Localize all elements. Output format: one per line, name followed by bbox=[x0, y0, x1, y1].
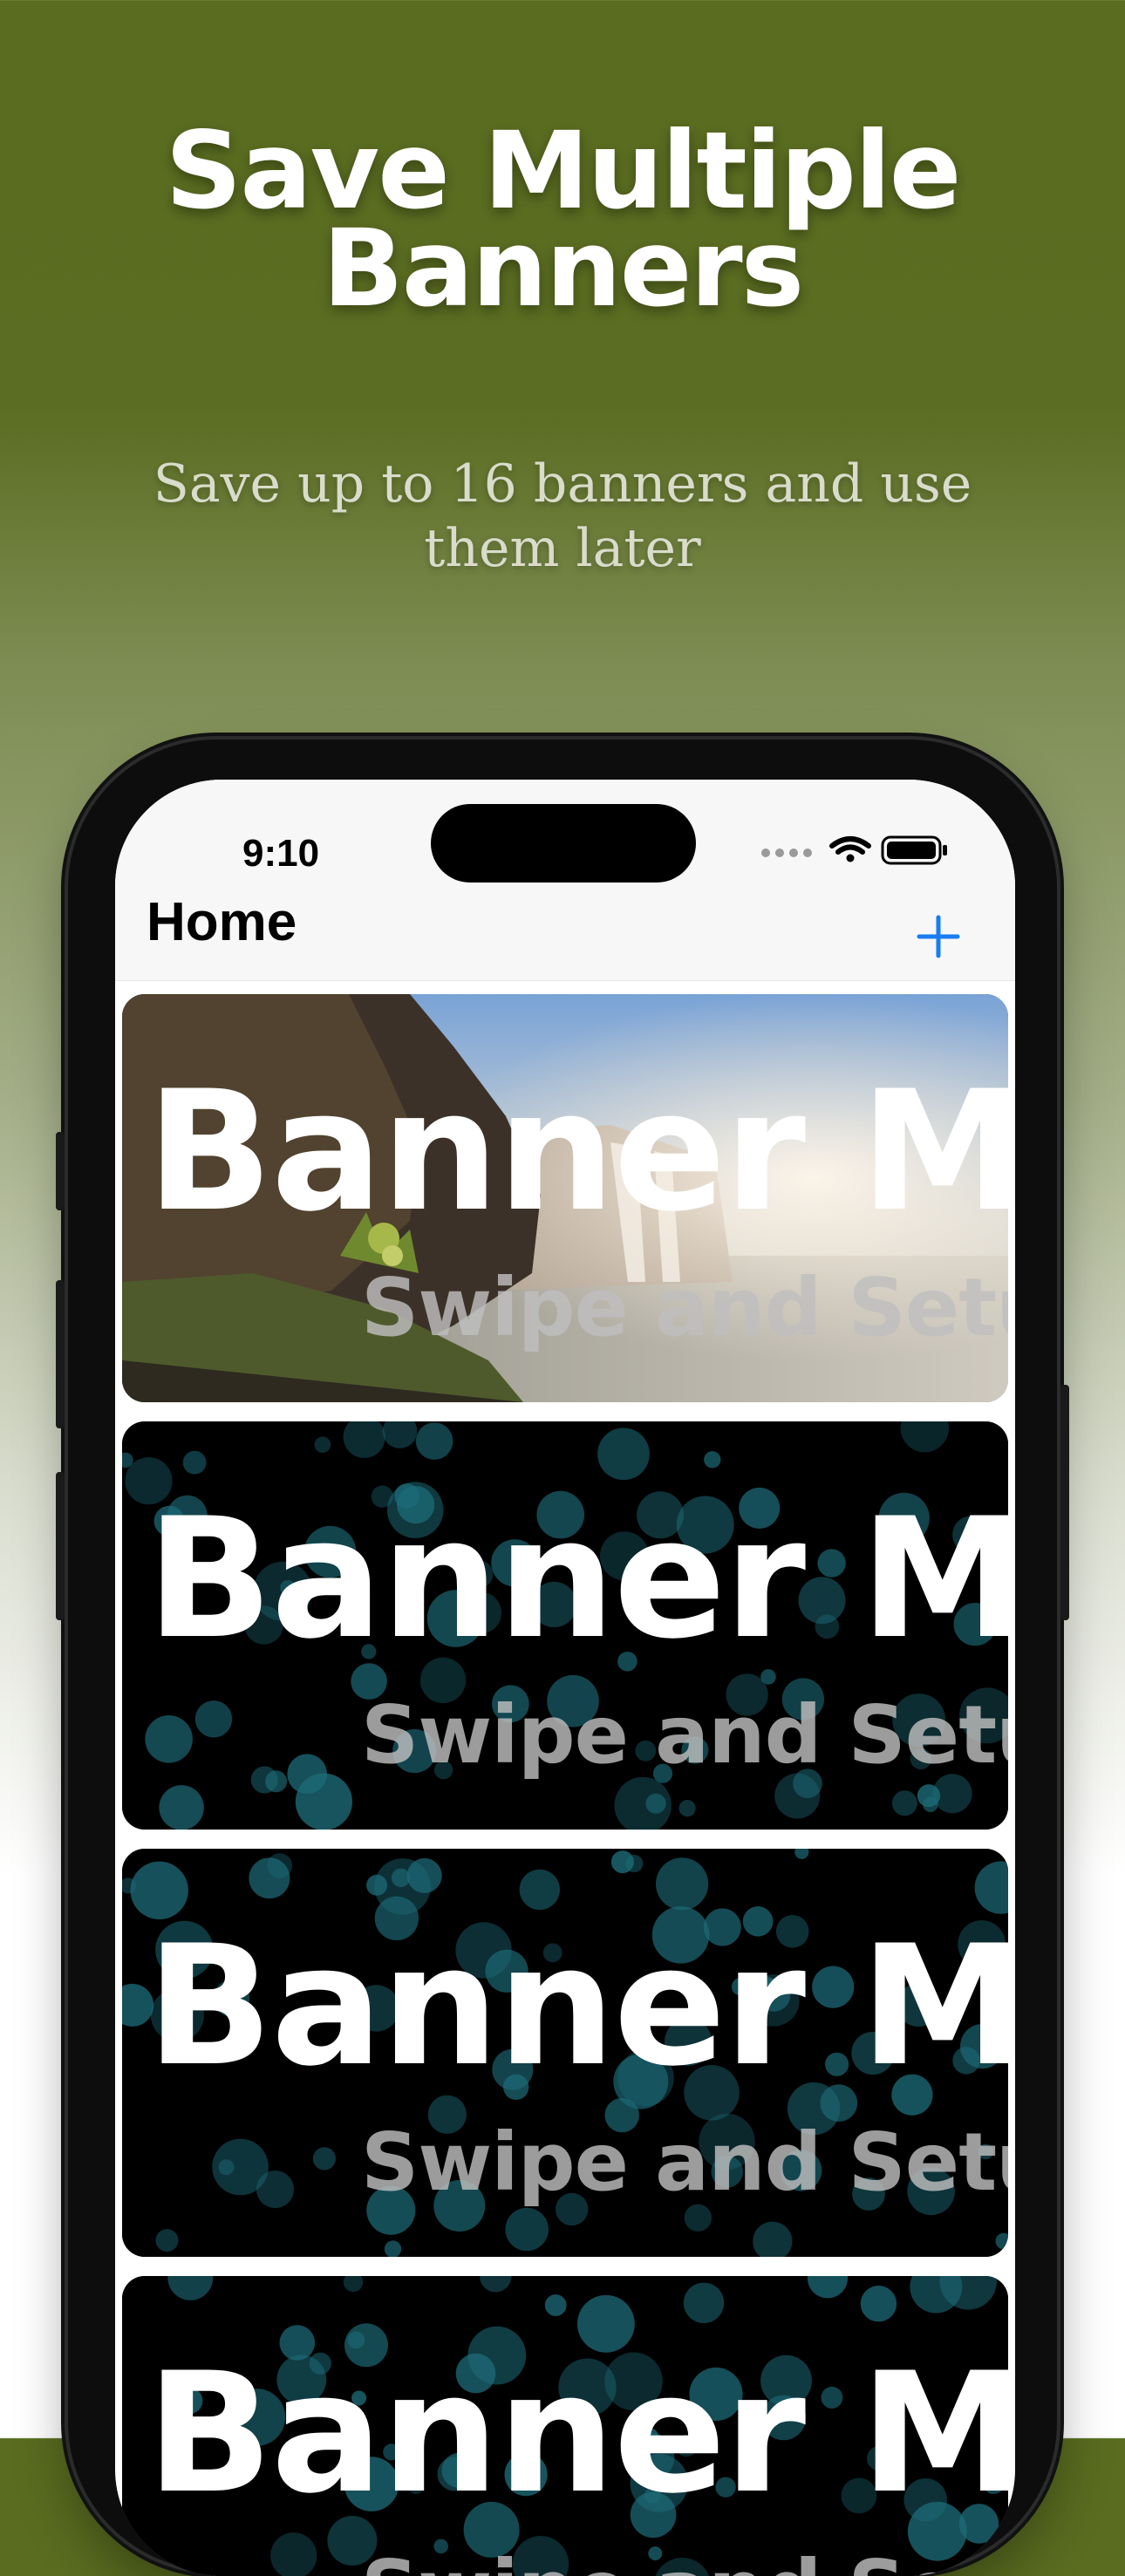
banner-card-4[interactable]: Banner Ma Swipe and Setu bbox=[122, 2276, 1008, 2576]
status-time: 9:10 bbox=[242, 832, 319, 876]
banner-title: Banner Ma bbox=[147, 1910, 1008, 2102]
subtitle-line-2: them later bbox=[126, 516, 999, 581]
battery-icon bbox=[883, 837, 947, 863]
promo-headline: Save Multiple Banners bbox=[0, 122, 1125, 317]
dynamic-island bbox=[431, 804, 696, 883]
page-title: Home bbox=[147, 891, 297, 953]
banner-subtitle: Swipe and Setu bbox=[361, 1688, 1008, 1782]
phone-screen: 9:10 Home bbox=[115, 780, 1015, 2576]
power-button bbox=[1060, 1385, 1069, 1620]
banner-card-1[interactable]: Banner Ma Swipe and Setu bbox=[122, 994, 1008, 1402]
banner-subtitle: Swipe and Setu bbox=[361, 2116, 1008, 2209]
headline-line-2: Banners bbox=[0, 220, 1125, 317]
status-icons bbox=[752, 834, 978, 869]
plus-icon bbox=[912, 910, 965, 963]
banner-title: Banner Ma bbox=[147, 1055, 1008, 1248]
banner-title: Banner Ma bbox=[147, 1482, 1008, 1675]
wifi-icon bbox=[832, 839, 869, 862]
promo-subtitle: Save up to 16 banners and use them later bbox=[126, 452, 999, 581]
volume-up-button bbox=[56, 1280, 65, 1428]
action-button bbox=[56, 1132, 65, 1210]
volume-down-button bbox=[56, 1472, 65, 1620]
headline-line-1: Save Multiple bbox=[0, 122, 1125, 220]
add-banner-button[interactable] bbox=[912, 910, 965, 963]
subtitle-line-1: Save up to 16 banners and use bbox=[126, 452, 999, 516]
phone-frame: 9:10 Home bbox=[68, 739, 1057, 2571]
banner-card-2[interactable]: Banner Ma Swipe and Setu bbox=[122, 1421, 1008, 1830]
banner-card-3[interactable]: Banner Ma Swipe and Setu bbox=[122, 1849, 1008, 2257]
signal-dots-icon bbox=[761, 848, 812, 857]
banner-subtitle: Swipe and Setu bbox=[361, 1261, 1008, 1354]
banner-subtitle: Swipe and Setu bbox=[361, 2543, 1008, 2576]
banner-title: Banner Ma bbox=[147, 2337, 1008, 2530]
